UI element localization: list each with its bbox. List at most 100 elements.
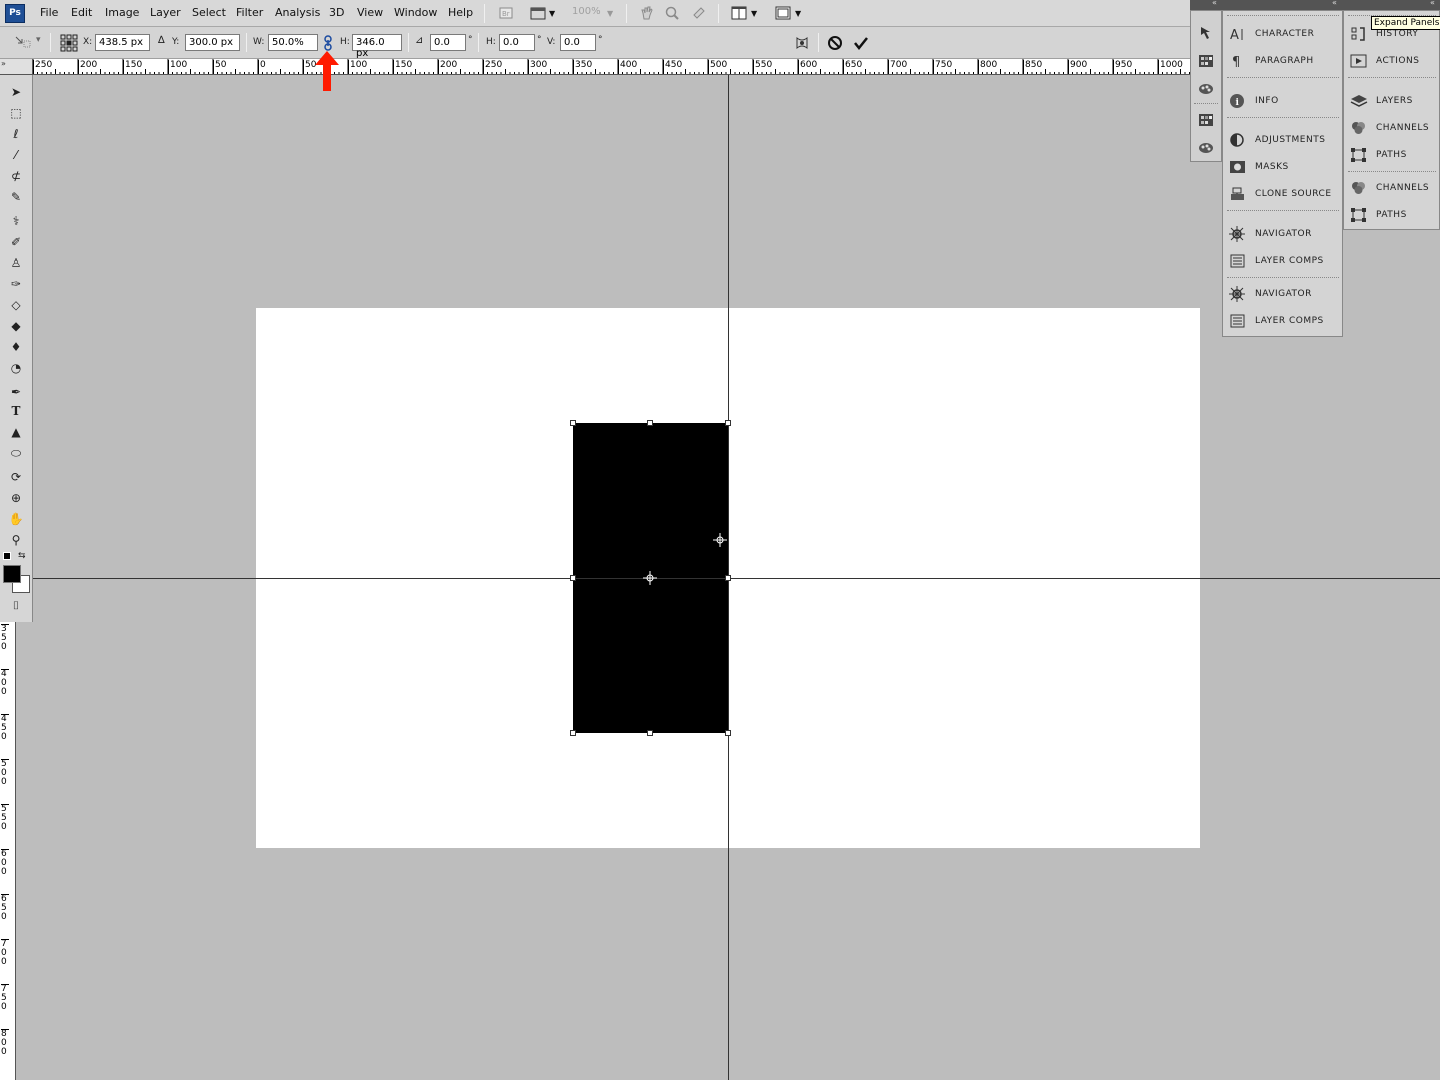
panel-channels-2[interactable]: CHANNELS: [1350, 177, 1440, 199]
clone-stamp-tool-icon[interactable]: ♙: [6, 254, 26, 272]
pen-tool-icon[interactable]: ✒: [6, 383, 26, 401]
quick-mask-icon[interactable]: ⌷: [6, 597, 26, 615]
transform-handle-top-center[interactable]: [647, 420, 653, 426]
menu-3d[interactable]: 3D: [329, 6, 344, 19]
menu-layer[interactable]: Layer: [150, 6, 181, 19]
chevron-down-icon[interactable]: ▼: [751, 9, 757, 18]
rotation-angle-field[interactable]: 0.0: [430, 34, 466, 51]
menu-help[interactable]: Help: [448, 6, 473, 19]
3d-rotate-tool-icon[interactable]: ⟳: [6, 468, 26, 486]
transform-handle-middle-right[interactable]: [725, 575, 731, 581]
x-position-field[interactable]: 438.5 px: [95, 34, 150, 51]
healing-brush-tool-icon[interactable]: ⚕: [6, 212, 26, 230]
panel-paragraph[interactable]: ¶ PARAGRAPH: [1229, 50, 1339, 72]
warp-mode-icon[interactable]: [794, 35, 810, 51]
panel-channels[interactable]: CHANNELS: [1350, 117, 1440, 139]
hand-tool-icon[interactable]: ✋: [6, 510, 26, 528]
brush-tool-icon[interactable]: ✐: [6, 233, 26, 251]
styles-icon[interactable]: [1198, 139, 1214, 155]
commit-transform-icon[interactable]: [853, 35, 869, 51]
hand-tool-icon[interactable]: [639, 5, 655, 21]
panel-paths-2[interactable]: PATHS: [1350, 204, 1440, 226]
zoom-level[interactable]: 100%: [572, 6, 601, 17]
collapse-chevron-icon[interactable]: «: [1212, 0, 1217, 7]
ruler-corner[interactable]: »: [0, 59, 33, 75]
rotate-view-icon[interactable]: [691, 5, 707, 21]
transform-handle-bottom-center[interactable]: [647, 730, 653, 736]
eraser-tool-icon[interactable]: ◇: [6, 296, 26, 314]
panel-navigator[interactable]: NAVIGATOR: [1229, 223, 1339, 245]
panel-clone-source[interactable]: CLONE SOURCE: [1229, 183, 1339, 205]
double-chevron-icon[interactable]: »: [1, 59, 6, 68]
delta-icon[interactable]: ∆: [158, 35, 165, 46]
menu-edit[interactable]: Edit: [71, 6, 92, 19]
transform-handle-top-left[interactable]: [570, 420, 576, 426]
chevron-down-icon[interactable]: ▼: [549, 9, 555, 18]
collapse-chevron-icon[interactable]: «: [1430, 0, 1435, 7]
panel-paths[interactable]: PATHS: [1350, 144, 1440, 166]
ellipse-tool-icon[interactable]: ⬭: [6, 444, 26, 462]
panel-layer-comps[interactable]: LAYER COMPS: [1229, 250, 1339, 272]
y-position-field[interactable]: 300.0 px: [185, 34, 240, 51]
zoom-tool-icon[interactable]: [664, 5, 680, 21]
horizontal-ruler[interactable]: 250 200 150 100 50 0 50 100 150 200 250 300 350 400 45…: [33, 59, 1190, 75]
cancel-transform-icon[interactable]: [827, 35, 843, 51]
collapse-chevron-icon[interactable]: «: [1332, 0, 1337, 7]
blur-tool-icon[interactable]: ♦: [6, 338, 26, 356]
chevron-down-icon[interactable]: ▾: [36, 35, 41, 45]
transform-tool-icon[interactable]: [14, 35, 32, 51]
vertical-ruler[interactable]: 350 400 450 500 550 600 650 700 750 800: [0, 622, 16, 1080]
menu-select[interactable]: Select: [192, 6, 226, 19]
arrange-documents-icon[interactable]: [731, 5, 747, 21]
panel-adjustments[interactable]: ADJUSTMENTS: [1229, 129, 1339, 151]
menu-window[interactable]: Window: [394, 6, 437, 19]
paint-bucket-tool-icon[interactable]: ◆: [6, 317, 26, 335]
panel-masks[interactable]: MASKS: [1229, 156, 1339, 178]
panel-actions[interactable]: ACTIONS: [1350, 50, 1440, 72]
bridge-icon[interactable]: Br: [498, 5, 514, 21]
transform-handle-top-right[interactable]: [725, 420, 731, 426]
chevron-down-icon[interactable]: ▼: [795, 9, 801, 18]
tool-presets-icon[interactable]: [1198, 25, 1214, 41]
panel-dock-header[interactable]: « « «: [1190, 0, 1440, 10]
transform-handle-bottom-left[interactable]: [570, 730, 576, 736]
reference-point-icon[interactable]: [60, 34, 78, 52]
styles-icon[interactable]: [1198, 80, 1214, 96]
transform-handle-middle-left[interactable]: [570, 575, 576, 581]
panel-character[interactable]: A CHARACTER: [1229, 23, 1339, 45]
type-tool-icon[interactable]: T: [6, 402, 26, 420]
menu-analysis[interactable]: Analysis: [275, 6, 320, 19]
swatches-icon[interactable]: [1198, 112, 1214, 128]
menu-file[interactable]: File: [40, 6, 58, 19]
menu-filter[interactable]: Filter: [236, 6, 263, 19]
default-colors-icon[interactable]: [3, 552, 11, 560]
foreground-color-swatch[interactable]: [3, 565, 21, 583]
swatches-icon[interactable]: [1198, 53, 1214, 69]
reference-point-crosshair-icon[interactable]: [643, 571, 657, 585]
view-extras-icon[interactable]: [530, 5, 546, 21]
dodge-tool-icon[interactable]: ◔: [6, 359, 26, 377]
height-field[interactable]: 346.0 px: [352, 34, 402, 59]
menu-image[interactable]: Image: [105, 6, 139, 19]
width-field[interactable]: 50.0%: [268, 34, 318, 51]
panel-info[interactable]: i INFO: [1229, 90, 1339, 112]
panel-navigator-2[interactable]: NAVIGATOR: [1229, 283, 1339, 305]
menu-view[interactable]: View: [357, 6, 383, 19]
vertical-skew-field[interactable]: 0.0: [560, 34, 596, 51]
crop-tool-icon[interactable]: ⊄: [6, 167, 26, 185]
history-brush-tool-icon[interactable]: ✑: [6, 275, 26, 293]
screen-mode-icon[interactable]: [775, 5, 791, 21]
zoom-tool-icon[interactable]: ⚲: [6, 531, 26, 549]
move-tool-icon[interactable]: ➤: [6, 83, 26, 101]
marquee-tool-icon[interactable]: ⬚: [6, 104, 26, 122]
chevron-down-icon[interactable]: ▼: [607, 9, 613, 18]
panel-layers[interactable]: LAYERS: [1350, 90, 1440, 112]
horizontal-guide[interactable]: [33, 578, 1440, 579]
horizontal-skew-field[interactable]: 0.0: [499, 34, 535, 51]
panel-layer-comps-2[interactable]: LAYER COMPS: [1229, 310, 1339, 332]
eyedropper-tool-icon[interactable]: ✎: [6, 188, 26, 206]
swap-colors-icon[interactable]: ⇆: [18, 551, 26, 561]
magic-wand-tool-icon[interactable]: ⁄: [6, 146, 26, 164]
3d-orbit-tool-icon[interactable]: ⊕: [6, 489, 26, 507]
transform-handle-bottom-right[interactable]: [725, 730, 731, 736]
